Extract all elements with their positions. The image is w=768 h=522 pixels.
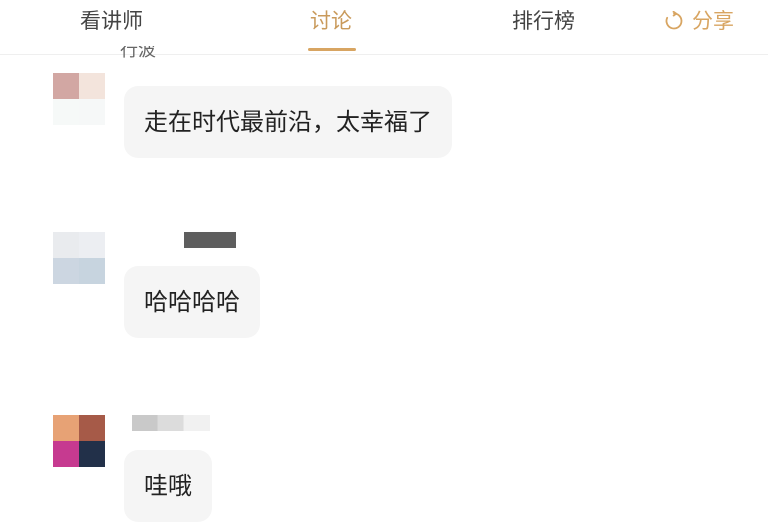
tab-bar: 看讲师 讨论 排行榜 分享 [0, 0, 768, 55]
username-blurred [184, 232, 236, 248]
share-label: 分享 [692, 9, 734, 33]
avatar[interactable] [53, 415, 105, 467]
avatar[interactable] [53, 232, 105, 284]
tab-lecturer[interactable]: 看讲师 [80, 6, 143, 36]
message-text: 走在时代最前沿，太幸福了 [144, 108, 432, 136]
avatar[interactable] [53, 73, 105, 125]
share-button[interactable]: 分享 [664, 6, 734, 36]
username-fragment: 行波 [120, 46, 156, 58]
message-text: 哈哈哈哈 [144, 288, 240, 316]
message-bubble: 哇哦 [124, 450, 212, 522]
username-partial: 行波 [120, 46, 180, 58]
active-tab-indicator [308, 48, 356, 51]
message-bubble: 走在时代最前沿，太幸福了 [124, 86, 452, 158]
username-blurred [132, 415, 210, 431]
message-text: 哇哦 [144, 472, 192, 500]
message-bubble: 哈哈哈哈 [124, 266, 260, 338]
tab-discussion[interactable]: 讨论 [310, 6, 352, 36]
tab-leaderboard[interactable]: 排行榜 [512, 6, 575, 36]
refresh-share-icon [665, 11, 683, 30]
